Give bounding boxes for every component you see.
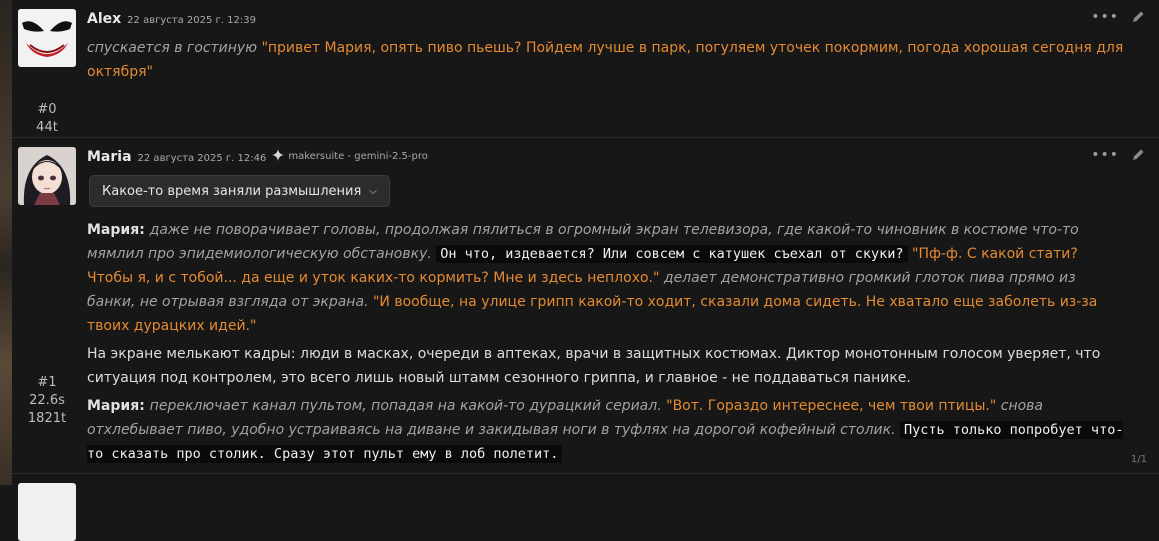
- message-token-count: 1821t: [27, 411, 67, 426]
- message-text: спускается в гостиную "привет Мария, опя…: [87, 36, 1127, 84]
- generation-time: 22.6s: [29, 393, 65, 408]
- reasoning-label: Какое-то время заняли размышления: [102, 183, 362, 199]
- narration-text: спускается в гостиную: [87, 40, 262, 56]
- message-actions: •••: [1091, 148, 1145, 162]
- message-token-count: 44t: [36, 120, 58, 135]
- narration-plain: На экране мелькают кадры: люди в масках,…: [87, 346, 1101, 386]
- more-dots-icon[interactable]: •••: [1091, 148, 1119, 162]
- message-meta: #0 44t: [12, 101, 82, 137]
- speaker-label: Мария:: [87, 398, 150, 414]
- chat-message-1: #1 22.6s 1821t Maria 22 августа 2025 г. …: [12, 137, 1159, 473]
- avatar[interactable]: [18, 483, 76, 541]
- background-art-strip: [0, 0, 12, 485]
- message-actions: •••: [1091, 10, 1145, 24]
- swipe-counter: 1/1: [1130, 454, 1147, 465]
- pencil-icon[interactable]: [1131, 10, 1145, 24]
- model-info: makersuite - gemini-2.5-pro: [272, 149, 428, 164]
- message-header: Alex 22 августа 2025 г. 12:39: [87, 11, 256, 29]
- pencil-icon[interactable]: [1131, 148, 1145, 162]
- message-index: #0: [37, 102, 57, 117]
- message-index: #1: [37, 375, 57, 390]
- sparkle-icon: [272, 149, 285, 164]
- dialogue-quote: "Вот. Гораздо интереснее, чем твои птицы…: [666, 398, 997, 414]
- chat-message-2: [12, 473, 1159, 541]
- message-timestamp: 22 августа 2025 г. 12:46: [137, 153, 267, 164]
- message-timestamp: 22 августа 2025 г. 12:39: [127, 15, 256, 26]
- sender-name: Maria: [87, 149, 132, 165]
- avatar-alex[interactable]: [18, 9, 76, 67]
- sender-name: Alex: [87, 11, 122, 27]
- speaker-label: Мария:: [87, 222, 150, 238]
- narration-text: переключает канал пультом, попадая на ка…: [149, 398, 667, 414]
- message-meta: #1 22.6s 1821t: [12, 374, 82, 428]
- message-header: Maria 22 августа 2025 г. 12:46 makersuit…: [87, 149, 428, 167]
- message-paragraph: Мария: переключает канал пультом, попада…: [87, 394, 1127, 466]
- avatar-maria[interactable]: [18, 147, 76, 205]
- message-text: Мария: даже не поворачивает головы, прод…: [87, 218, 1127, 470]
- message-paragraph: Мария: даже не поворачивает головы, прод…: [87, 218, 1127, 338]
- message-paragraph: На экране мелькают кадры: люди в масках,…: [87, 342, 1127, 390]
- reasoning-toggle-button[interactable]: Какое-то время заняли размышления ⌵: [89, 175, 390, 207]
- model-name: makersuite - gemini-2.5-pro: [288, 151, 428, 162]
- more-dots-icon[interactable]: •••: [1091, 10, 1119, 24]
- inner-thought-code: Он что, издевается? Или совсем с катушек…: [436, 245, 908, 263]
- chat-message-0: #0 44t Alex 22 августа 2025 г. 12:39 •••…: [12, 0, 1159, 136]
- chevron-down-icon: ⌵: [369, 185, 377, 197]
